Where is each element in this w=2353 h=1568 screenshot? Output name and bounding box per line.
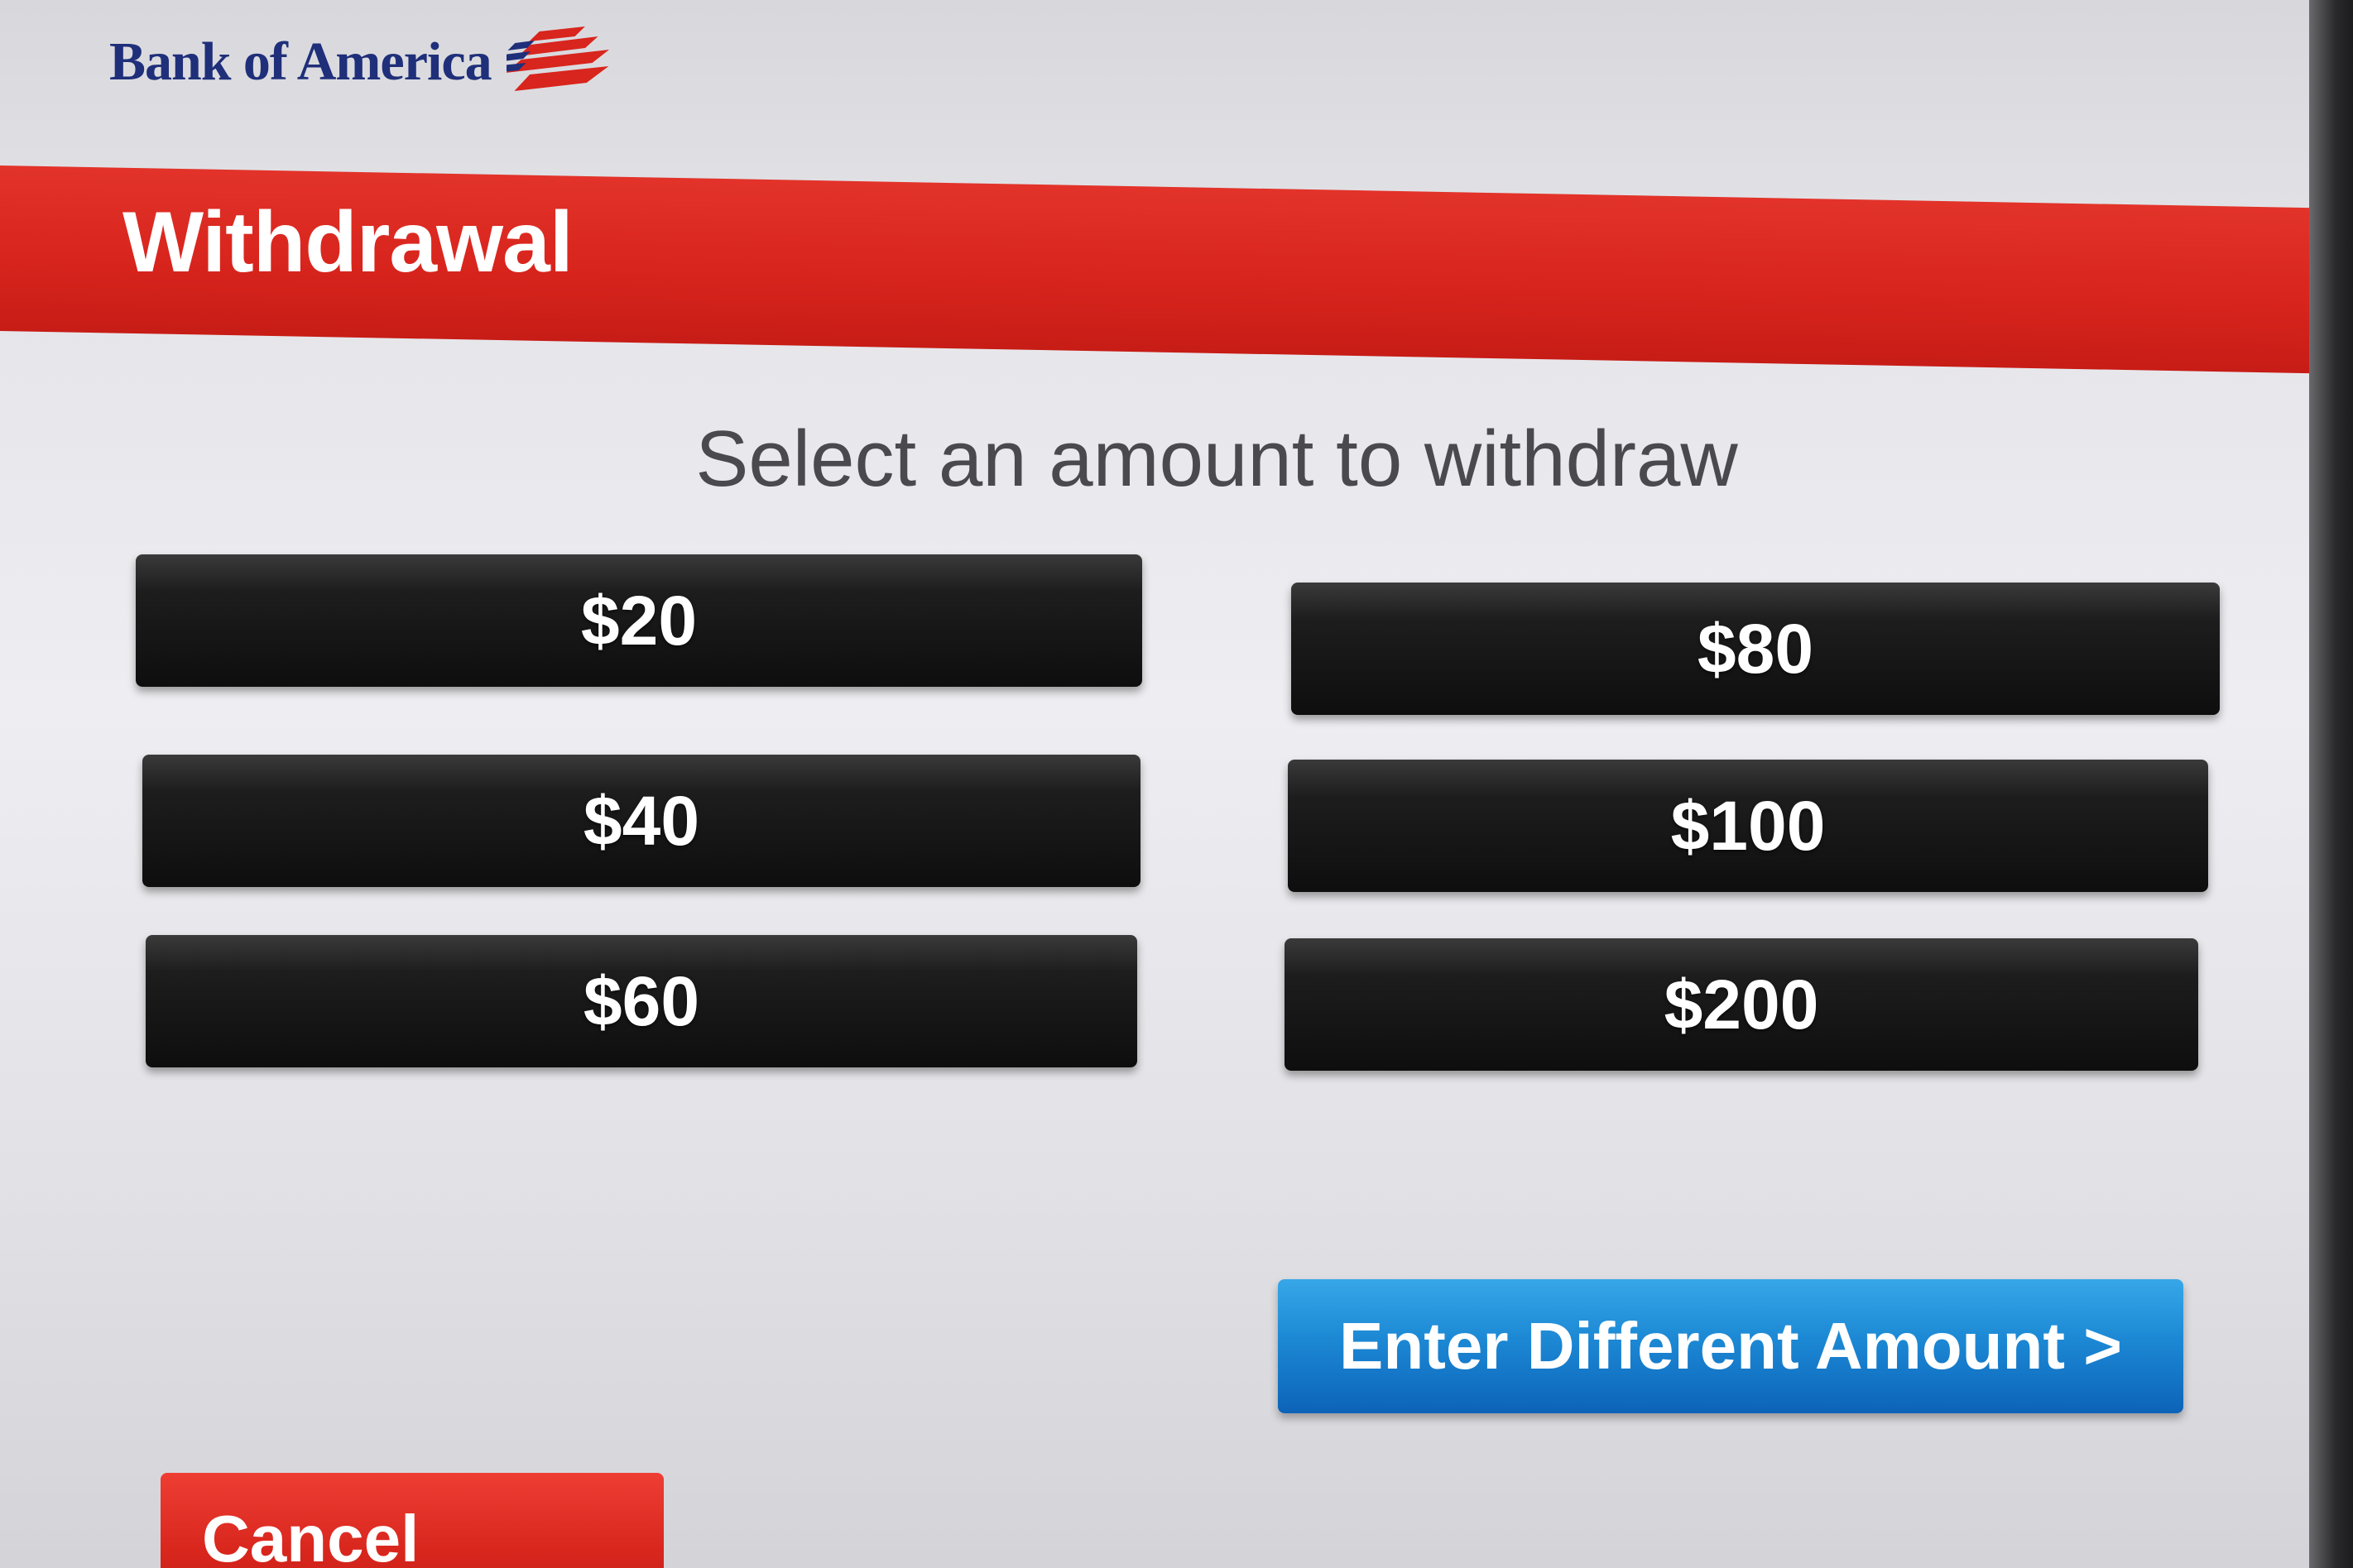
amount-button-label: $60 xyxy=(583,961,700,1040)
amount-button-200[interactable]: $200 xyxy=(1285,938,2198,1071)
bank-logo: Bank of America xyxy=(109,25,639,99)
cancel-button[interactable]: Cancel xyxy=(161,1473,664,1568)
page-title: Withdrawal xyxy=(122,194,574,290)
amount-button-60[interactable]: $60 xyxy=(146,935,1137,1067)
amount-button-80[interactable]: $80 xyxy=(1291,583,2220,715)
withdraw-prompt: Select an amount to withdraw xyxy=(695,415,1738,503)
flag-logo-icon xyxy=(506,26,609,91)
bank-logo-text: Bank of America xyxy=(109,31,492,92)
amount-button-label: $100 xyxy=(1670,786,1826,865)
amount-button-20[interactable]: $20 xyxy=(136,554,1142,687)
amount-button-label: $80 xyxy=(1697,609,1814,688)
enter-different-amount-button[interactable]: Enter Different Amount > xyxy=(1278,1279,2183,1413)
screen-bezel xyxy=(2309,0,2353,1568)
atm-screen: Bank of America Withdrawal Select an amo… xyxy=(0,0,2326,1568)
cancel-label: Cancel xyxy=(202,1502,420,1568)
amount-button-40[interactable]: $40 xyxy=(142,755,1140,887)
enter-different-amount-label: Enter Different Amount > xyxy=(1339,1309,2122,1383)
amount-button-label: $20 xyxy=(580,581,698,659)
amount-button-100[interactable]: $100 xyxy=(1288,760,2208,892)
amount-button-label: $200 xyxy=(1664,965,1819,1043)
amount-button-label: $40 xyxy=(583,781,700,860)
